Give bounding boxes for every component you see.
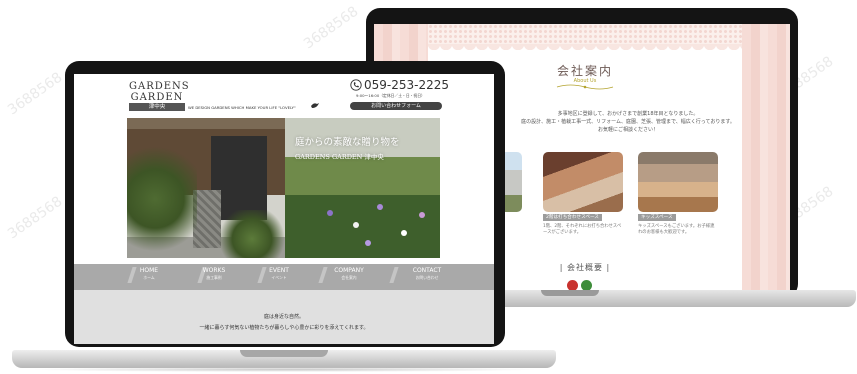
logo-badge: 津中央 [129, 103, 185, 111]
intro-text: 多事地区に登録して、おかげさまで創業18年目となりました。 庭の設計、施工・植栽… [478, 110, 778, 134]
flower [327, 210, 333, 216]
nav-event-en: EVENT [269, 267, 289, 274]
flower [377, 204, 383, 210]
front-laptop-screen: GARDENS GARDEN 津中央 WE DESIGN GARDENS WHI… [74, 74, 494, 344]
watermark: 3688568 [5, 193, 66, 243]
business-hours: 9:00～16:00（定休日／土・日・祝日） [356, 93, 425, 98]
nav-home-ja: ホーム [143, 275, 155, 280]
logo-line2: GARDEN [130, 92, 184, 103]
hero-banner: 庭からの素敵な贈り物を GARDENS GARDEN 津中央 [127, 118, 440, 258]
contact-form-button[interactable]: お問い合わせフォーム [350, 102, 442, 110]
intro-line: 庭の設計、施工・植栽工事一式、リフォーム、庭園、芝張、管理まで、幅広く行っており… [521, 119, 735, 125]
nav-contact-en: CONTACT [412, 267, 442, 274]
back-laptop-notch [541, 290, 599, 296]
hero-tree [127, 140, 197, 258]
watermark: 3688568 [301, 3, 362, 53]
phone-icon [350, 79, 362, 91]
intro-line: お気軽にご相談ください！ [598, 127, 658, 133]
nav-works-en: WORKS [202, 267, 226, 274]
nav-works-ja: 施工事例 [206, 275, 222, 280]
card-caption: 1階、2階、それぞれにお打ち合わせスペースがございます。 [543, 224, 622, 235]
nav-home[interactable]: HOME ホーム [114, 267, 184, 281]
lace-edge [428, 44, 742, 50]
card-label: 2階は打ち合わせスペース [543, 214, 602, 221]
card-label: キッズスペース [638, 214, 676, 221]
nav-works[interactable]: WORKS 施工事例 [179, 267, 249, 281]
phone-number[interactable]: 059-253-2225 [364, 78, 449, 92]
paragraph-line: 一緒に暮らす何気ない植物たちが暮らしや心豊かに彩りを添えてくれます。 [199, 325, 369, 331]
photo-kids-space[interactable] [638, 152, 718, 212]
card-caption: キッズスペースもございます。お子様連れのお客様も大歓迎です。 [638, 224, 715, 235]
lace-header [428, 24, 742, 44]
wood-panel-right [742, 24, 790, 290]
nav-company-ja: 会社案内 [341, 275, 357, 280]
photo-meeting-space[interactable] [543, 152, 623, 212]
logo-line1: GARDENS [129, 81, 190, 92]
front-laptop-shadow [30, 367, 540, 372]
nav-event-ja: イベント [271, 275, 287, 280]
paragraph-line: 庭は身近な自然。 [263, 314, 304, 320]
nav-company-en: COMPANY [334, 267, 364, 274]
leaf-ornament-icon [556, 84, 614, 90]
nav-event[interactable]: EVENT イベント [244, 267, 314, 281]
outline-title: 会社概要 [567, 263, 603, 272]
nav-home-en: HOME [139, 267, 159, 274]
flower [365, 240, 371, 246]
flower [419, 212, 425, 218]
intro-line: 多事地区に登録して、おかげさまで創業18年目となりました。 [557, 111, 699, 117]
nav-contact-ja: お問い合わせ [415, 275, 439, 280]
front-laptop-notch [240, 350, 328, 357]
decor-dot-green [581, 280, 592, 290]
intro-paragraph: 庭は身近な自然。 一緒に暮らす何気ない植物たちが暮らしや心豊かに彩りを添えてくれ… [74, 312, 494, 334]
bird-icon [311, 103, 319, 108]
decor-dot-red [567, 280, 578, 290]
hero-shrub [219, 210, 285, 258]
hero-gabion-wall [193, 190, 221, 248]
flower [353, 222, 359, 228]
flower [401, 230, 407, 236]
tagline: WE DESIGN GARDENS WHICH MAKE YOUR LIFE "… [188, 105, 296, 110]
nav-contact[interactable]: CONTACT お問い合わせ [392, 267, 462, 281]
nav-company[interactable]: COMPANY 会社案内 [314, 267, 384, 281]
site-logo[interactable]: GARDENS GARDEN [129, 81, 190, 103]
watermark: 3688568 [5, 69, 66, 119]
hero-title: 庭からの素敵な贈り物を [295, 137, 400, 148]
hero-subtitle: GARDENS GARDEN 津中央 [295, 153, 384, 161]
